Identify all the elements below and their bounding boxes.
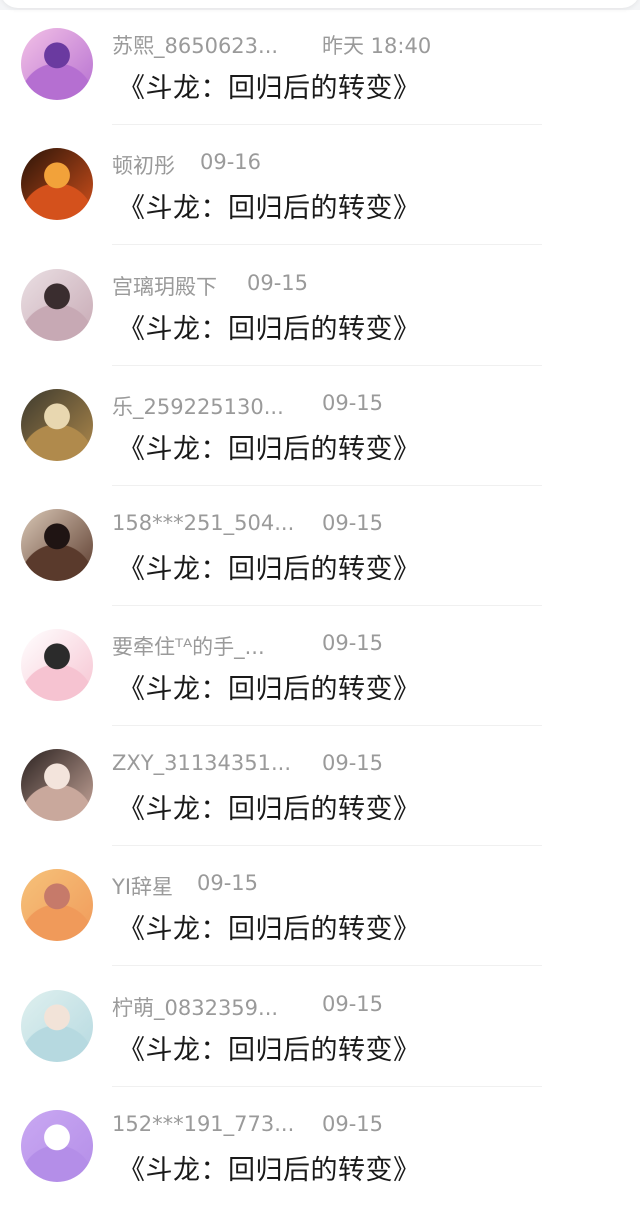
comment-time: 09-15	[322, 1112, 384, 1136]
comment-item[interactable]: ZXY_31134351... 09-15 《斗龙：回归后的转变》	[0, 721, 640, 846]
comment-time: 09-15	[247, 271, 309, 295]
user-avatar[interactable]	[21, 629, 93, 701]
user-avatar[interactable]	[21, 509, 93, 581]
comment-time: 09-15	[322, 751, 384, 775]
comment-title[interactable]: 《斗龙：回归后的转变》	[118, 787, 421, 826]
user-name[interactable]: 152***191_773...	[112, 1112, 294, 1136]
user-name[interactable]: 宫璃玥殿下	[112, 271, 217, 301]
comment-title[interactable]: 《斗龙：回归后的转变》	[118, 427, 421, 466]
comment-title[interactable]: 《斗龙：回归后的转变》	[118, 186, 421, 225]
comment-time: 09-15	[197, 871, 259, 895]
comment-title[interactable]: 《斗龙：回归后的转变》	[118, 1148, 421, 1187]
user-avatar[interactable]	[21, 869, 93, 941]
comment-item[interactable]: 158***251_504... 09-15 《斗龙：回归后的转变》	[0, 481, 640, 606]
user-avatar[interactable]	[21, 990, 93, 1062]
comment-title[interactable]: 《斗龙：回归后的转变》	[118, 907, 421, 946]
user-avatar[interactable]	[21, 749, 93, 821]
comment-title[interactable]: 《斗龙：回归后的转变》	[118, 1028, 421, 1067]
comment-item[interactable]: 苏熙_8650623... 昨天 18:40 《斗龙：回归后的转变》	[0, 0, 640, 125]
comment-item[interactable]: 柠萌_0832359... 09-15 《斗龙：回归后的转变》	[0, 962, 640, 1087]
comment-title[interactable]: 《斗龙：回归后的转变》	[118, 66, 421, 105]
user-name[interactable]: 158***251_504...	[112, 511, 294, 535]
user-avatar[interactable]	[21, 389, 93, 461]
user-name[interactable]: YI辞星	[112, 871, 173, 901]
user-name[interactable]: 苏熙_8650623...	[112, 30, 278, 60]
user-name[interactable]: 顿初彤	[112, 150, 175, 180]
comment-item[interactable]: 宫璃玥殿下 09-15 《斗龙：回归后的转变》	[0, 241, 640, 366]
user-name[interactable]: ZXY_31134351...	[112, 751, 291, 775]
comment-item[interactable]: 152***191_773... 09-15 《斗龙：回归后的转变》	[0, 1082, 640, 1202]
comment-time: 09-15	[322, 511, 384, 535]
comment-title[interactable]: 《斗龙：回归后的转变》	[118, 667, 421, 706]
comment-item[interactable]: 乐_259225130... 09-15 《斗龙：回归后的转变》	[0, 361, 640, 486]
comment-title[interactable]: 《斗龙：回归后的转变》	[118, 547, 421, 586]
user-avatar[interactable]	[21, 28, 93, 100]
comment-time: 09-15	[322, 391, 384, 415]
comment-item[interactable]: 顿初彤 09-16 《斗龙：回归后的转变》	[0, 120, 640, 245]
comment-time: 09-15	[322, 992, 384, 1016]
comment-time: 09-15	[322, 631, 384, 655]
user-avatar[interactable]	[21, 148, 93, 220]
comment-item[interactable]: YI辞星 09-15 《斗龙：回归后的转变》	[0, 841, 640, 966]
user-name[interactable]: 要牵住ᵀᴬ的手_...	[112, 631, 265, 661]
user-name[interactable]: 乐_259225130...	[112, 391, 284, 421]
comment-item[interactable]: 要牵住ᵀᴬ的手_... 09-15 《斗龙：回归后的转变》	[0, 601, 640, 726]
user-avatar[interactable]	[21, 269, 93, 341]
comment-title[interactable]: 《斗龙：回归后的转变》	[118, 307, 421, 346]
user-name[interactable]: 柠萌_0832359...	[112, 992, 278, 1022]
comment-time: 昨天 18:40	[322, 34, 432, 58]
comment-time: 09-16	[200, 150, 262, 174]
user-avatar[interactable]	[21, 1110, 93, 1182]
